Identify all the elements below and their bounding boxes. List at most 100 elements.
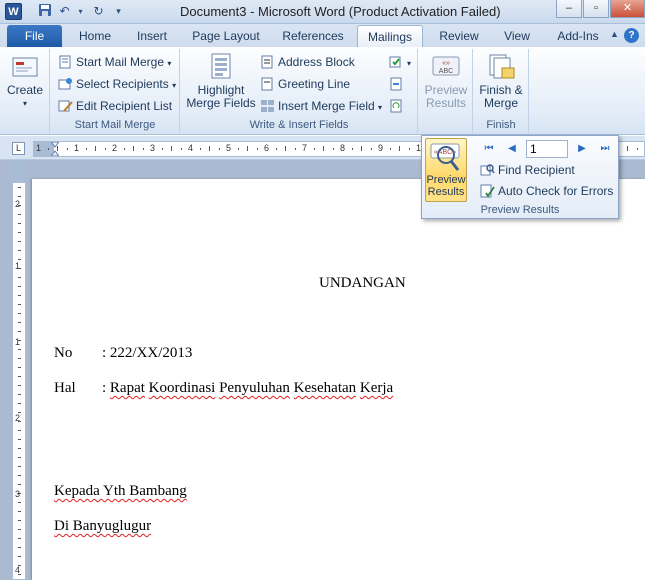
ruler-tick [361,146,362,151]
minimize-ribbon-icon[interactable]: ▲ [610,29,619,39]
help-icon[interactable]: ? [624,28,639,43]
vertical-ruler-tick [18,376,21,377]
tab-insert[interactable]: Insert [128,25,176,47]
address-block-icon [260,55,275,69]
edit-recipient-list-label: Edit Recipient List [76,99,173,113]
vertical-ruler-tick [18,277,21,278]
find-recipient-button[interactable]: Find Recipient [480,160,575,180]
rules-icon [389,55,404,69]
tab-selector[interactable]: L [12,142,25,155]
greeting-line-button[interactable]: Greeting Line [260,74,350,94]
previous-record-icon[interactable]: ◀ [505,142,519,156]
minimize-button[interactable]: – [556,0,582,18]
ruler-number: 3 [150,143,156,153]
ruler-tick [142,148,144,150]
hal-word: Rapat [109,380,145,396]
start-mail-merge-button[interactable]: Start Mail Merge ▾ [58,52,171,72]
insert-merge-field-button[interactable]: Insert Merge Field ▾ [260,96,382,116]
undo-dropdown-icon[interactable]: ▾ [72,3,89,20]
save-icon[interactable] [36,3,53,20]
recipients-icon [58,77,73,91]
word-app-icon[interactable]: W [5,3,22,20]
tab-home[interactable]: Home [70,25,120,47]
ruler-tick [323,146,324,151]
document-page[interactable]: UNDANGAN No : 222/XX/2013 Hal : Rapat Ko… [32,179,645,580]
group-label-preview-results: Preview Results [480,204,560,216]
find-recipient-label: Find Recipient [498,163,575,177]
ruler-tick [332,148,334,150]
first-record-icon[interactable]: ⏮ [482,142,496,156]
vertical-ruler-tick [18,484,21,485]
vertical-ruler-tick [18,331,21,332]
start-mail-merge-label: Start Mail Merge [76,55,165,69]
vertical-ruler-tick [18,538,21,539]
envelope-icon [10,53,40,81]
ruler-tick [199,148,201,150]
vertical-ruler-tick [18,556,21,557]
record-number-input[interactable]: 1 [526,140,568,158]
address-block-button[interactable]: Address Block [260,52,355,72]
ruler-tick [95,146,96,151]
vertical-ruler-tick [18,448,21,449]
tab-page-layout[interactable]: Page Layout [186,25,266,47]
tab-mailings[interactable]: Mailings [357,25,423,47]
group-finish: Finish & Merge Finish [474,49,529,133]
ruler-tick [85,148,87,150]
vertical-ruler-tick [18,511,21,512]
tab-review[interactable]: Review [433,25,485,47]
match-fields-icon [389,77,404,91]
last-record-icon[interactable]: ⏭ [598,142,612,156]
greeting-line-icon [260,77,275,91]
preview-results-collapsed-button[interactable]: «» ABC Preview Results [423,53,469,110]
restore-button[interactable]: ▫ [583,0,609,18]
next-record-icon[interactable]: ▶ [575,142,589,156]
create-button[interactable]: Create ▾ [4,53,46,110]
tab-file[interactable]: File [7,25,62,47]
match-fields-button[interactable] [389,74,407,94]
svg-text:ABC: ABC [439,68,453,75]
auto-check-icon [480,184,495,198]
undo-icon[interactable]: ↶ [56,3,73,20]
tab-references[interactable]: References [276,25,350,47]
doc-hal-label: Hal [54,380,76,396]
vertical-ruler-tick [18,304,21,305]
ruler-number: 6 [264,143,270,153]
chevron-down-icon: ▾ [172,81,177,90]
group-create: Create ▾ [0,49,50,133]
chevron-down-icon: ▾ [378,103,383,112]
vertical-ruler-tick [18,295,21,296]
finish-merge-button[interactable]: Finish & Merge [476,53,526,110]
update-labels-button[interactable] [389,96,407,116]
highlight-merge-fields-button[interactable]: Highlight Merge Fields [185,53,257,110]
preview-results-button[interactable]: «ABC» Preview Results [425,138,467,202]
hal-word: Kerja [359,380,394,396]
ruler-tick [256,148,258,150]
vertical-ruler-tick [18,403,21,404]
ruler-tick [285,146,286,151]
preview-results-popup: «ABC» Preview Results ⏮ ◀ 1 ▶ ⏭ Find Rec… [421,135,619,219]
select-recipients-button[interactable]: Select Recipients ▾ [58,74,176,94]
auto-check-errors-button[interactable]: Auto Check for Errors [480,181,613,201]
ruler-tick [351,148,353,150]
ruler-tick [275,148,277,150]
ruler-tick [209,146,210,151]
close-button[interactable]: ✕ [610,0,645,18]
redo-icon[interactable]: ↻ [90,3,107,20]
document-area: 2 1 1 2 3 4 UNDANGAN No : 222/XX/2013 Hal : R… [0,160,645,580]
edit-list-icon [58,99,73,113]
tab-view[interactable]: View [494,25,540,47]
ruler-number: 9 [378,143,384,153]
vertical-ruler-tick [18,259,21,260]
tab-add-ins[interactable]: Add-Ins [548,25,608,47]
vertical-ruler-tick [18,196,21,197]
vertical-ruler-tick [18,457,21,458]
customize-qat-icon[interactable]: ▾ [110,3,127,20]
edit-recipient-list-button[interactable]: Edit Recipient List [58,96,172,116]
select-recipients-label: Select Recipients [76,77,169,91]
ruler-tick [294,148,296,150]
hal-word: Koordinasi [148,380,216,396]
ruler-tick [408,148,410,150]
vertical-ruler[interactable]: 2 1 1 2 3 4 [12,160,26,580]
rules-button[interactable]: ▾ [389,52,411,72]
doc-no-label: No [54,345,73,361]
